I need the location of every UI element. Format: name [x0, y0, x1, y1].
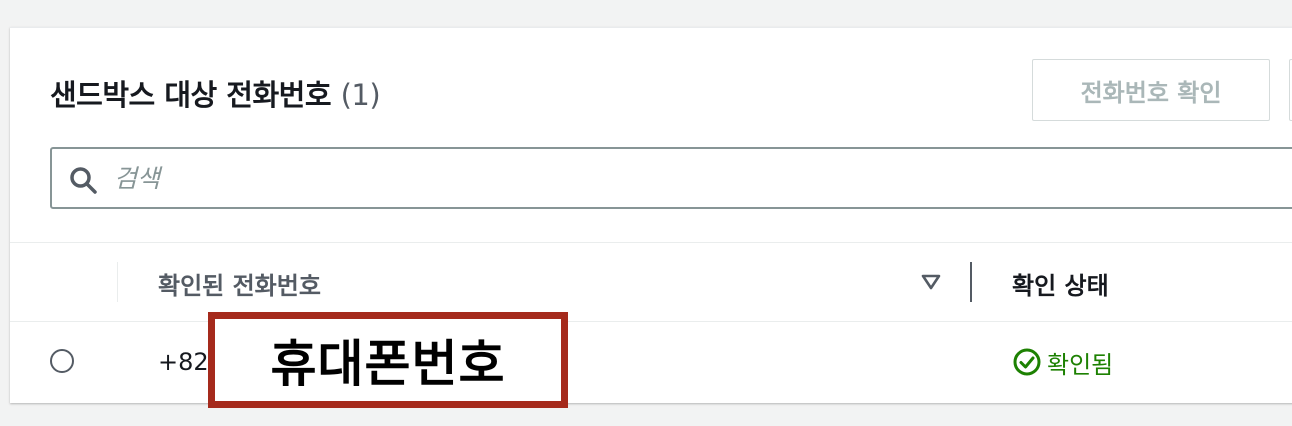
panel-title-text: 샌드박스 대상 전화번호: [50, 78, 332, 112]
column-header-verification-status[interactable]: 확인 상태: [1012, 266, 1109, 301]
status-badge: 확인됨: [1047, 350, 1114, 379]
search-icon: [70, 167, 97, 194]
column-resize-handle[interactable]: [970, 262, 972, 302]
sort-descending-icon[interactable]: [920, 273, 942, 291]
status-cell: 확인됨: [1012, 344, 1113, 380]
row-select-radio[interactable]: [50, 349, 74, 373]
redaction-label: 휴대폰번호: [270, 335, 506, 393]
table-header-row: 확인된 전화번호 확인 상태: [10, 243, 1292, 322]
verify-phone-number-button[interactable]: 전화번호 확인: [1032, 59, 1270, 121]
check-circle-icon: [1013, 348, 1041, 376]
column-separator: [117, 262, 118, 302]
panel-title: 샌드박스 대상 전화번호 (1): [50, 72, 381, 114]
search-box: [50, 147, 1292, 209]
sandbox-phone-numbers-panel: 샌드박스 대상 전화번호 (1) 전화번호 확인 확인된 전화번호 확인 상태 …: [10, 27, 1292, 403]
panel-title-count: (1): [340, 78, 381, 112]
search-input[interactable]: [114, 149, 1292, 207]
column-header-verified-phone[interactable]: 확인된 전화번호: [158, 266, 321, 301]
table-row[interactable]: +82 확인됨: [10, 322, 1292, 402]
redaction-annotation: 휴대폰번호: [208, 312, 568, 408]
phone-number-cell: +82: [158, 348, 209, 376]
